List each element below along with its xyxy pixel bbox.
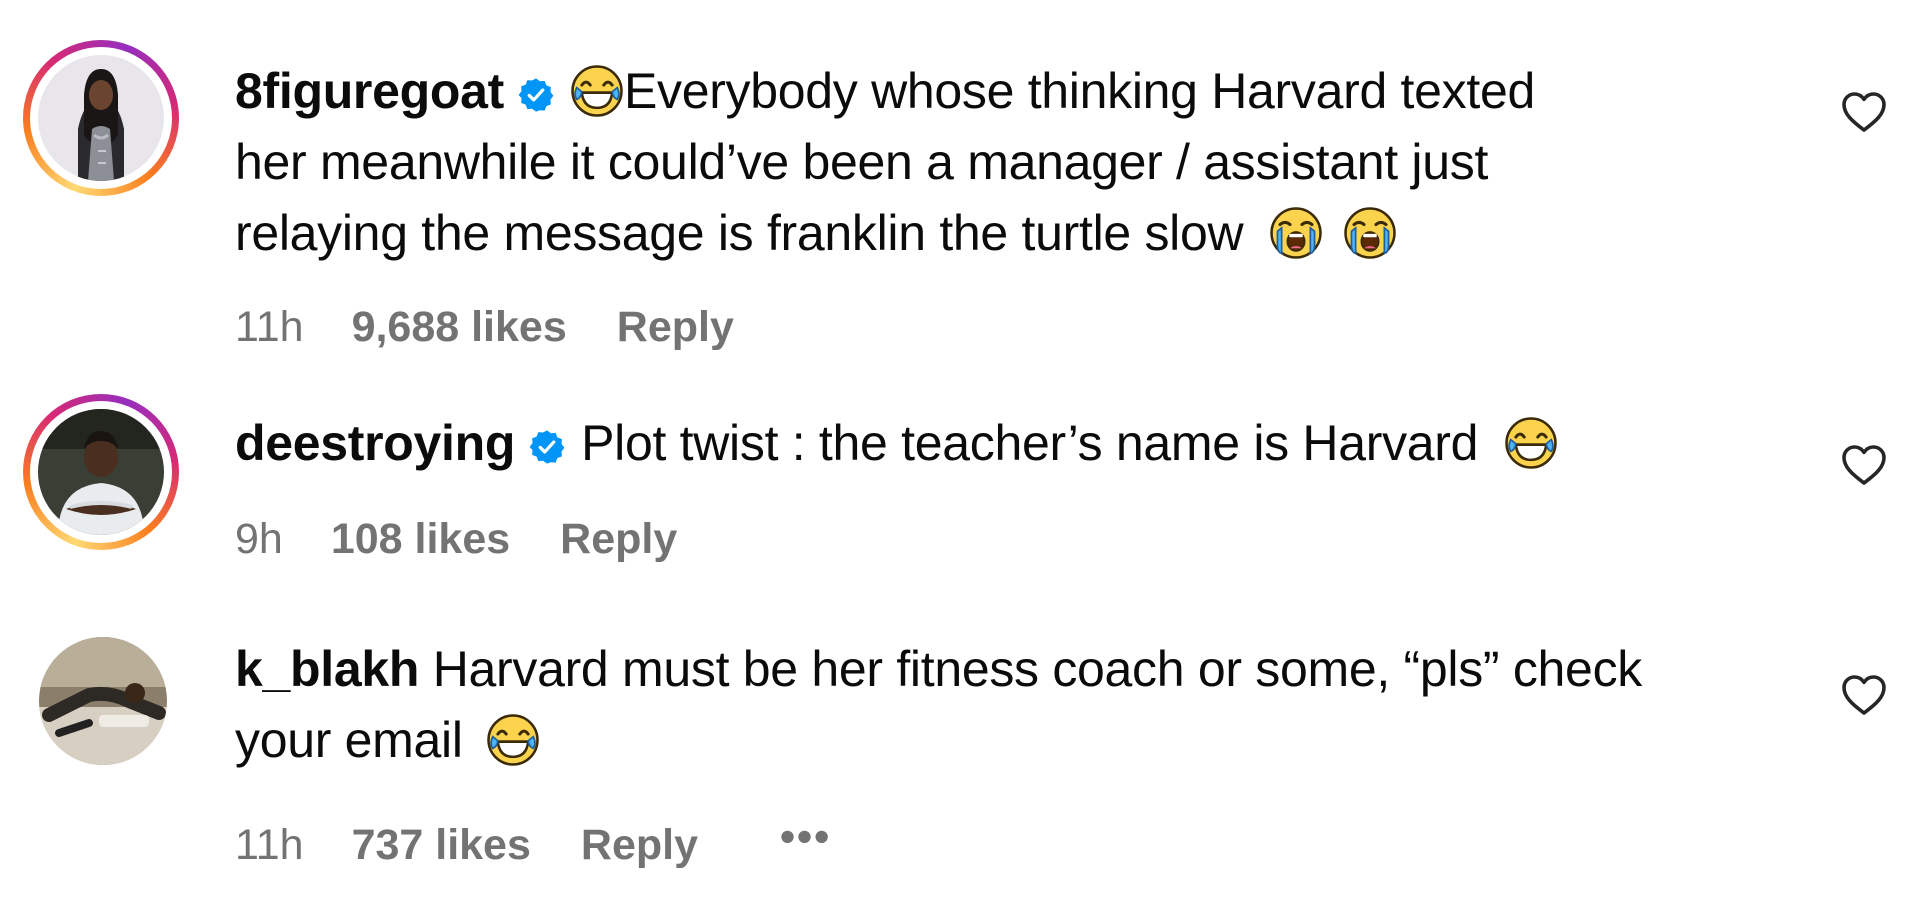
comment-body: deestroying Plot twist : the teacher’s na…: [235, 408, 1558, 479]
comment-text-line: your email: [235, 712, 463, 768]
story-ring[interactable]: [23, 40, 179, 196]
comment-text-line: Everybody whose thinking Harvard texted: [623, 63, 1535, 119]
verified-badge-icon: [518, 77, 554, 113]
username[interactable]: k_blakh: [235, 641, 419, 697]
comment-body: k_blakh Harvard must be her fitness coac…: [235, 634, 1642, 776]
comment-meta: 11h 737 likes Reply •••: [235, 813, 831, 870]
reply-button[interactable]: Reply: [617, 303, 734, 352]
verified-badge-icon: [529, 429, 565, 465]
comment-text-line: Plot twist : the teacher’s name is Harva…: [581, 415, 1479, 471]
like-count[interactable]: 737 likes: [352, 821, 531, 870]
profile-photo-woman: [38, 55, 164, 181]
like-count[interactable]: 9,688 likes: [352, 303, 567, 352]
heart-outline-icon[interactable]: [1840, 443, 1888, 487]
avatar-container[interactable]: [20, 618, 176, 774]
story-ring[interactable]: [23, 394, 179, 550]
reply-button[interactable]: Reply: [581, 821, 698, 870]
avatar[interactable]: [38, 409, 164, 535]
profile-photo-man: [38, 409, 164, 535]
avatar[interactable]: [39, 637, 167, 765]
reply-button[interactable]: Reply: [560, 515, 677, 564]
heart-outline-icon[interactable]: [1840, 673, 1888, 717]
comment-text-line: her meanwhile it could’ve been a manager…: [235, 134, 1489, 190]
profile-photo-reclining: [39, 637, 167, 765]
comment-time: 9h: [235, 515, 283, 563]
username[interactable]: 8figuregoat: [235, 63, 504, 119]
more-options-button[interactable]: •••: [780, 813, 831, 862]
comment-time: 11h: [235, 821, 304, 869]
username[interactable]: deestroying: [235, 415, 515, 471]
heart-outline-icon[interactable]: [1840, 90, 1888, 134]
face-with-tears-of-joy-emoji: [1504, 416, 1558, 470]
face-with-tears-of-joy-emoji: [486, 713, 540, 767]
comment-time: 11h: [235, 303, 304, 351]
face-with-tears-of-joy-emoji: [570, 64, 624, 118]
avatar[interactable]: [38, 55, 164, 181]
comment-body: 8figuregoat Everybody whose thinking Harv…: [235, 56, 1535, 269]
comment-text-line: relaying the message is franklin the tur…: [235, 205, 1244, 261]
comment-meta: 11h 9,688 likes Reply: [235, 303, 734, 352]
comment-text-line: Harvard must be her fitness coach or som…: [432, 641, 1643, 697]
like-count[interactable]: 108 likes: [331, 515, 510, 564]
loudly-crying-face-emoji: [1269, 206, 1323, 260]
comment-meta: 9h 108 likes Reply: [235, 515, 677, 564]
loudly-crying-face-emoji: [1343, 206, 1397, 260]
